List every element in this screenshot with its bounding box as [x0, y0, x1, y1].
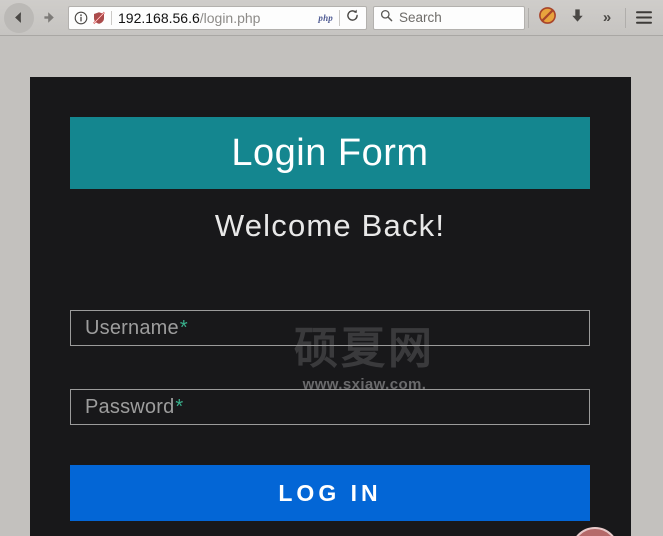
- noscript-button[interactable]: [532, 3, 562, 33]
- url-text[interactable]: 192.168.56.6/login.php: [118, 8, 312, 28]
- password-placeholder: Password: [85, 396, 175, 418]
- username-placeholder: Username: [85, 317, 179, 339]
- url-bar[interactable]: 192.168.56.6/login.php php: [68, 5, 367, 30]
- info-circle-icon[interactable]: [74, 11, 88, 25]
- arrow-right-icon: [41, 9, 58, 26]
- browser-toolbar: 192.168.56.6/login.php php Search »: [0, 0, 663, 36]
- url-host: 192.168.56.6: [118, 9, 200, 26]
- reload-icon: [345, 8, 360, 28]
- arrow-left-icon: [11, 9, 28, 26]
- login-card: Login Form Welcome Back! 硕夏网 www.sxiaw.c…: [30, 77, 631, 536]
- login-submit-label: LOG IN: [278, 479, 382, 506]
- menu-button[interactable]: [629, 3, 659, 33]
- username-required-mark: *: [179, 317, 188, 339]
- login-form-header: Login Form: [70, 117, 590, 189]
- reload-button[interactable]: [340, 7, 364, 29]
- chevron-double-right-icon: »: [602, 9, 612, 26]
- username-input[interactable]: Username *: [70, 310, 590, 346]
- forward-button[interactable]: [34, 3, 64, 33]
- page-title: Login Form: [231, 132, 429, 174]
- password-required-mark: *: [175, 396, 184, 418]
- shield-crossed-icon[interactable]: [92, 11, 106, 25]
- page-viewport: Login Form Welcome Back! 硕夏网 www.sxiaw.c…: [0, 37, 663, 536]
- back-button[interactable]: [4, 2, 34, 33]
- url-path: /login.php: [199, 9, 261, 26]
- search-icon: [380, 9, 393, 27]
- noscript-blocked-icon: [538, 6, 557, 30]
- identity-box[interactable]: [74, 10, 112, 25]
- search-bar[interactable]: Search: [373, 5, 525, 30]
- password-input[interactable]: Password *: [70, 389, 590, 425]
- downloads-button[interactable]: [562, 3, 592, 33]
- toolbar-divider-2: [625, 7, 626, 28]
- search-input[interactable]: Search: [399, 8, 442, 28]
- toolbar-divider-1: [528, 7, 529, 28]
- hamburger-menu-icon: [635, 10, 653, 25]
- download-arrow-icon: [569, 7, 586, 29]
- overflow-button[interactable]: »: [592, 3, 622, 33]
- login-submit-button[interactable]: LOG IN: [70, 465, 590, 521]
- welcome-heading: Welcome Back!: [214, 208, 446, 243]
- php-page-action-badge[interactable]: php: [312, 13, 339, 23]
